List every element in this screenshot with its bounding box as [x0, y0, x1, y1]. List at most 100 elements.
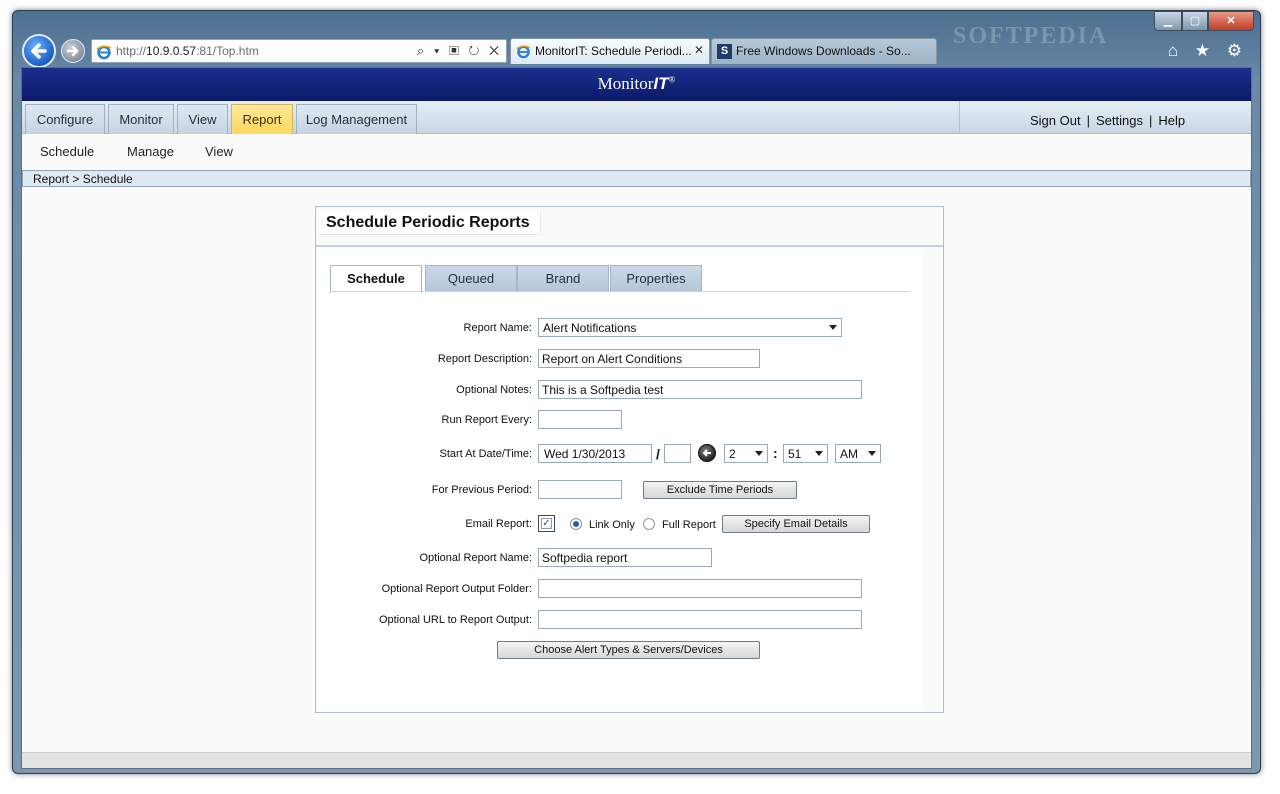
- app-banner: MonitorIT®: [22, 68, 1251, 101]
- window-controls: ▁ ▢ ✕: [1154, 11, 1254, 31]
- sign-out-link[interactable]: Sign Out: [1030, 113, 1081, 128]
- close-tab-icon[interactable]: ✕: [694, 43, 704, 57]
- url-host: 10.9.0.57: [146, 44, 197, 58]
- home-favorites-tools-icons[interactable]: ⌂ ★ ⚙: [1168, 41, 1248, 61]
- tab-view[interactable]: View: [177, 104, 228, 134]
- run-report-every-label: Run Report Every:: [441, 414, 532, 426]
- back-arrow-icon: [31, 43, 47, 59]
- report-name-value: Alert Notifications: [543, 321, 637, 335]
- previous-period-row: For Previous Period: Exclude Time Period…: [316, 480, 923, 502]
- start-date-extra-input[interactable]: [664, 444, 691, 463]
- brand-text: Monitor: [597, 74, 654, 93]
- optional-notes-input[interactable]: This is a Softpedia test: [538, 380, 862, 399]
- address-bar[interactable]: http://10.9.0.57:81/Top.htm ⌕ ▾ ▣ ↻ ✕: [91, 39, 507, 63]
- browser-tab-title: MonitorIT: Schedule Periodi...: [535, 44, 692, 58]
- page-content: MonitorIT® Configure Monitor View Report…: [21, 67, 1252, 769]
- tab-divider: [330, 291, 910, 292]
- status-bar: [22, 752, 1251, 768]
- browser-tab-title: Free Windows Downloads - So...: [736, 44, 911, 58]
- full-report-label: Full Report: [662, 519, 716, 531]
- start-date-input[interactable]: Wed 1/30/2013: [538, 444, 652, 463]
- link-only-label: Link Only: [589, 519, 635, 531]
- choose-alert-types-button[interactable]: Choose Alert Types & Servers/Devices: [497, 641, 760, 659]
- account-links: Sign Out | Settings | Help: [959, 101, 1251, 134]
- sub-nav: Schedule Manage View: [22, 134, 1251, 170]
- checkmark-icon: ✓: [541, 518, 552, 529]
- url-output-input[interactable]: [538, 610, 862, 629]
- browser-tab-softpedia[interactable]: S Free Windows Downloads - So...: [711, 38, 937, 64]
- subnav-view[interactable]: View: [205, 144, 233, 159]
- subnav-manage[interactable]: Manage: [127, 144, 174, 159]
- time-separator: :: [773, 445, 778, 461]
- previous-period-input[interactable]: [538, 480, 622, 499]
- browser-tab-monitorit[interactable]: MonitorIT: Schedule Periodi... ✕: [510, 38, 710, 64]
- date-picker-icon[interactable]: [698, 444, 716, 462]
- link-separator: |: [1148, 113, 1153, 128]
- forward-arrow-icon: [66, 45, 79, 57]
- start-datetime-label: Start At Date/Time:: [439, 448, 532, 460]
- tab-monitor[interactable]: Monitor: [108, 104, 174, 134]
- chevron-down-icon: [829, 325, 837, 330]
- ampm-select[interactable]: AM: [835, 444, 881, 463]
- main-nav: Configure Monitor View Report Log Manage…: [22, 101, 1251, 134]
- full-report-radio[interactable]: [643, 518, 655, 530]
- date-separator: /: [656, 446, 660, 462]
- url-prefix: http://: [116, 44, 147, 58]
- brand-reg: ®: [668, 74, 676, 85]
- ampm-value: AM: [840, 447, 858, 461]
- chevron-down-icon: [755, 451, 763, 456]
- optional-report-name-label: Optional Report Name:: [419, 552, 533, 564]
- settings-link[interactable]: Settings: [1096, 113, 1143, 128]
- panel-header: Schedule Periodic Reports: [316, 207, 943, 247]
- optional-notes-label: Optional Notes:: [456, 384, 532, 396]
- hour-select[interactable]: 2: [724, 444, 768, 463]
- address-tools-icons[interactable]: ⌕ ▾ ▣ ↻ ✕: [417, 43, 502, 59]
- minimize-icon[interactable]: ▁: [1154, 11, 1182, 31]
- arrow-left-icon: [702, 449, 711, 457]
- url-output-label: Optional URL to Report Output:: [378, 614, 532, 626]
- page-title: Schedule Periodic Reports: [319, 211, 541, 235]
- tab-brand[interactable]: Brand: [517, 265, 609, 292]
- chevron-down-icon: [868, 451, 876, 456]
- tab-queued[interactable]: Queued: [425, 265, 517, 292]
- report-name-select[interactable]: Alert Notifications: [538, 318, 842, 337]
- hour-value: 2: [729, 447, 736, 461]
- output-folder-row: Optional Report Output Folder:: [316, 579, 923, 601]
- watermark-text: SOFTPEDIA: [953, 23, 1109, 49]
- email-report-row: Email Report: ✓ Link Only Full Report Sp…: [316, 514, 923, 536]
- subnav-schedule[interactable]: Schedule: [40, 144, 94, 159]
- close-window-icon[interactable]: ✕: [1208, 11, 1254, 31]
- browser-chrome: SOFTPEDIA http://10.9.0.57:81/Top.htm ⌕ …: [13, 11, 1260, 68]
- url-rest: :81/Top.htm: [196, 44, 259, 58]
- email-report-checkbox[interactable]: ✓: [538, 515, 555, 532]
- tab-configure[interactable]: Configure: [25, 104, 105, 134]
- tab-properties[interactable]: Properties: [610, 265, 702, 292]
- output-folder-label: Optional Report Output Folder:: [381, 583, 532, 595]
- report-description-input[interactable]: Report on Alert Conditions: [538, 349, 760, 368]
- output-folder-input[interactable]: [538, 579, 862, 598]
- report-description-label: Report Description:: [437, 353, 532, 365]
- minute-select[interactable]: 51: [783, 444, 828, 463]
- help-link[interactable]: Help: [1158, 113, 1185, 128]
- chevron-down-icon: [815, 451, 823, 456]
- exclude-time-periods-button[interactable]: Exclude Time Periods: [643, 481, 797, 499]
- browser-window: SOFTPEDIA http://10.9.0.57:81/Top.htm ⌕ …: [12, 10, 1261, 774]
- panel-body: Schedule Queued Brand Properties Report …: [316, 248, 923, 712]
- run-every-row: Run Report Every:: [316, 410, 923, 432]
- optional-report-name-row: Optional Report Name: Softpedia report: [316, 548, 923, 570]
- breadcrumb: Report > Schedule: [22, 170, 1251, 187]
- specify-email-details-button[interactable]: Specify Email Details: [722, 515, 870, 533]
- address-url[interactable]: http://10.9.0.57:81/Top.htm: [116, 44, 259, 58]
- run-report-every-input[interactable]: [538, 410, 622, 429]
- optional-report-name-input[interactable]: Softpedia report: [538, 548, 712, 567]
- tab-log-management[interactable]: Log Management: [296, 104, 417, 134]
- report-description-row: Report Description: Report on Alert Cond…: [316, 349, 923, 371]
- minute-value: 51: [788, 447, 802, 461]
- tab-schedule[interactable]: Schedule: [330, 265, 422, 293]
- url-output-row: Optional URL to Report Output:: [316, 610, 923, 632]
- link-only-radio[interactable]: [570, 518, 582, 530]
- tab-report[interactable]: Report: [231, 104, 293, 134]
- forward-button[interactable]: [61, 39, 85, 63]
- back-button[interactable]: [22, 34, 56, 68]
- maximize-icon[interactable]: ▢: [1182, 11, 1208, 31]
